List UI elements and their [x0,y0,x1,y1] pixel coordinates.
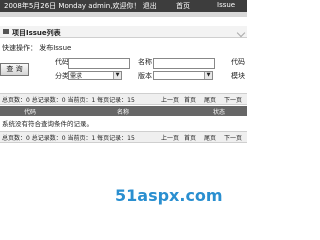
version-label: 版本 [138,72,152,80]
pager-next[interactable]: 尾页 [204,133,216,142]
code-input[interactable] [68,58,130,69]
column-code[interactable]: 代码 [24,107,36,116]
list-icon [3,29,9,34]
watermark-logo: 51aspx.com [115,186,223,205]
code2-label: 代码 [231,58,245,66]
table-header: 代码 名称 状态 [0,106,247,116]
pager-first[interactable]: 上一页 [161,95,179,104]
page-title: 项目Issue列表 [12,29,61,37]
weekday-text: Monday [58,2,87,10]
date-text: 2008年5月26日 [4,2,57,10]
pager-prev[interactable]: 首页 [184,95,196,104]
pager-last[interactable]: 下一页 [224,133,242,142]
collapse-icon[interactable] [236,28,246,38]
shortcut-link[interactable]: 快速操作： 发布Issue [2,43,71,53]
version-select[interactable]: ▼ [153,71,213,80]
pager-first[interactable]: 上一页 [161,133,179,142]
pager-prev[interactable]: 首页 [184,133,196,142]
column-name[interactable]: 名称 [117,107,129,116]
pager-top: 总页数：0 总记录数：0 当前页：1 每页记录：15 上一页 首页 尾页 下一页 [0,93,247,105]
title-row: 项目Issue列表 [0,26,247,38]
pager-next[interactable]: 尾页 [204,95,216,104]
pager-summary: 总页数：0 总记录数：0 当前页：1 每页记录：15 [2,135,135,142]
top-bar: 2008年5月26日 Monday admin,欢迎你！ 退出 首页 Issue [0,0,247,12]
empty-message: 系统没有符合查询条件的记录。 [2,120,93,128]
category-select[interactable]: 需求 ▼ [68,71,122,80]
name-input[interactable] [153,58,215,69]
chevron-down-icon: ▼ [113,72,121,79]
name-label: 名称 [138,58,152,66]
module-label: 模块 [231,72,245,80]
pager-summary: 总页数：0 总记录数：0 当前页：1 每页记录：15 [2,97,135,104]
toolbar-strip [0,12,247,17]
nav-home[interactable]: 首页 [176,1,190,11]
chevron-down-icon: ▼ [204,72,212,79]
code-label: 代码 [55,58,69,66]
logout-link[interactable]: 退出 [143,2,157,10]
category-value: 需求 [70,73,83,80]
column-status[interactable]: 状态 [213,107,225,116]
nav-issue[interactable]: Issue [217,1,235,9]
category-label: 分类 [55,72,69,80]
header-info: 2008年5月26日 Monday admin,欢迎你！ 退出 [4,1,157,11]
pager-bottom: 总页数：0 总记录数：0 当前页：1 每页记录：15 上一页 首页 尾页 下一页 [0,131,247,143]
welcome-text: admin,欢迎你！ [88,2,141,10]
pager-last[interactable]: 下一页 [224,95,242,104]
query-button[interactable]: 查 询 [0,63,29,76]
